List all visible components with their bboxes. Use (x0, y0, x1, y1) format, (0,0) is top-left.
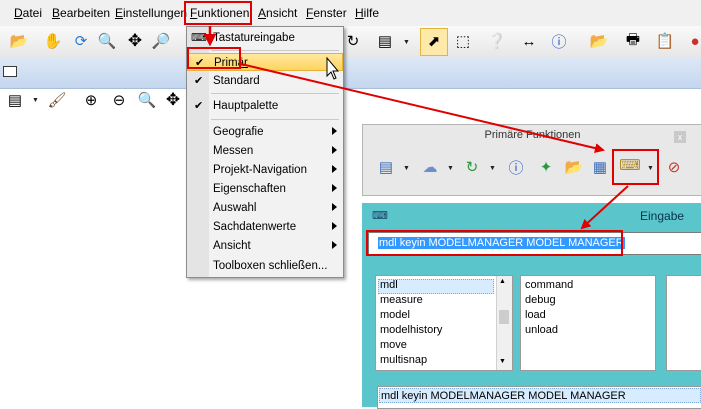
mouse-cursor-icon (326, 56, 340, 80)
annotation-arrows (203, 26, 629, 230)
arrow-primaer-to-panel (240, 63, 605, 154)
arrow-icon-to-command (580, 185, 629, 230)
